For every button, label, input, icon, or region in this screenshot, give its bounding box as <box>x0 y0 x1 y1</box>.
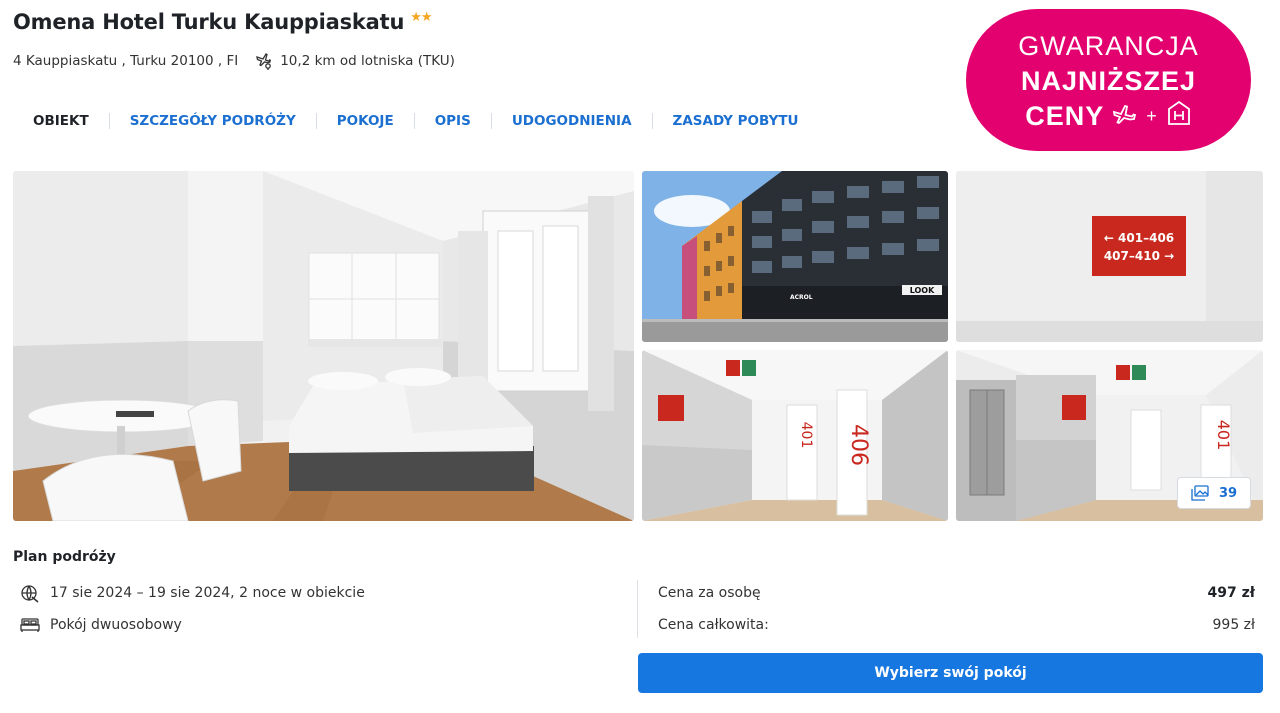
lowest-price-guarantee-badge: GWARANCJA NAJNIŻSZEJ CENY + <box>966 9 1251 151</box>
badge-ceny-text: CENY <box>1025 101 1105 131</box>
sign-rooms-407-410: 407–410 → <box>1104 249 1174 263</box>
plane-icon <box>1112 101 1138 132</box>
exterior-sign-look: LOOK <box>910 286 935 295</box>
tab-amenities[interactable]: UDOGODNIENIA <box>490 113 652 129</box>
price-per-person-label: Cena za osobę <box>658 585 761 601</box>
hotel-header: Omena Hotel Turku Kauppiaskatu ★★ <box>13 9 433 35</box>
door-number-401-b: 401 <box>1214 420 1233 451</box>
photo-room-sign[interactable]: ← 401–406 407–410 → <box>956 171 1263 342</box>
badge-line-1: GWARANCJA <box>1018 31 1199 61</box>
exterior-sign-acrol: ACROL <box>790 294 813 301</box>
trip-plan-title: Plan podróży <box>13 549 116 565</box>
room-type-row: Pokój dwuosobowy <box>20 615 182 635</box>
bed-icon <box>20 615 42 635</box>
section-tabs: OBIEKT SZCZEGÓŁY PODRÓŻY POKOJE OPIS UDO… <box>13 113 819 129</box>
price-total-row: Cena całkowita: 995 zł <box>658 617 1255 633</box>
door-number-401: 401 <box>798 422 814 449</box>
badge-plus: + <box>1146 106 1158 126</box>
photo-hallway-2[interactable]: 401 39 <box>956 350 1263 521</box>
trip-dates-row: 17 sie 2024 – 19 sie 2024, 2 noce w obie… <box>20 583 365 603</box>
hotel-name: Omena Hotel Turku Kauppiaskatu <box>13 10 405 34</box>
price-per-person-value: 497 zł <box>1207 585 1255 601</box>
badge-line-3: CENY + <box>966 100 1251 133</box>
tab-rooms[interactable]: POKOJE <box>315 113 414 129</box>
tab-obiekt[interactable]: OBIEKT <box>13 113 109 129</box>
star-rating: ★★ <box>410 9 432 25</box>
tab-policies[interactable]: ZASADY POBYTU <box>651 113 819 129</box>
hotel-address: 4 Kauppiaskatu , Turku 20100 , FI <box>13 53 239 69</box>
photo-hallway-1[interactable]: 401 406 <box>642 350 948 521</box>
door-number-406: 406 <box>846 424 871 466</box>
hotel-h-icon <box>1166 100 1192 133</box>
badge-line-2: NAJNIŻSZEJ <box>1020 66 1197 96</box>
gallery-icon <box>1191 485 1209 501</box>
photo-exterior[interactable]: LOOK ACROL <box>642 171 948 342</box>
calendar-globe-icon <box>20 583 42 603</box>
photo-bedroom[interactable] <box>13 171 634 521</box>
sign-rooms-401-406: ← 401–406 <box>1104 231 1174 245</box>
price-per-person-row: Cena za osobę 497 zł <box>658 585 1255 601</box>
tab-trip-details[interactable]: SZCZEGÓŁY PODRÓŻY <box>108 113 316 129</box>
airport-distance-icon <box>254 51 274 71</box>
divider <box>637 580 638 638</box>
room-type: Pokój dwuosobowy <box>50 617 182 633</box>
airport-distance: 10,2 km od lotniska (TKU) <box>280 53 455 69</box>
address-row: 4 Kauppiaskatu , Turku 20100 , FI 10,2 k… <box>13 51 455 71</box>
price-total-label: Cena całkowita: <box>658 617 769 633</box>
photo-gallery: LOOK ACROL ← 401–406 407–410 → 401 406 4… <box>13 171 1263 521</box>
price-total-value: 995 zł <box>1212 617 1256 633</box>
trip-dates: 17 sie 2024 – 19 sie 2024, 2 noce w obie… <box>50 585 365 601</box>
photo-count: 39 <box>1218 485 1238 501</box>
select-room-button[interactable]: Wybierz swój pokój <box>638 653 1263 693</box>
tab-description[interactable]: OPIS <box>413 113 491 129</box>
photo-count-button[interactable]: 39 <box>1177 477 1251 509</box>
